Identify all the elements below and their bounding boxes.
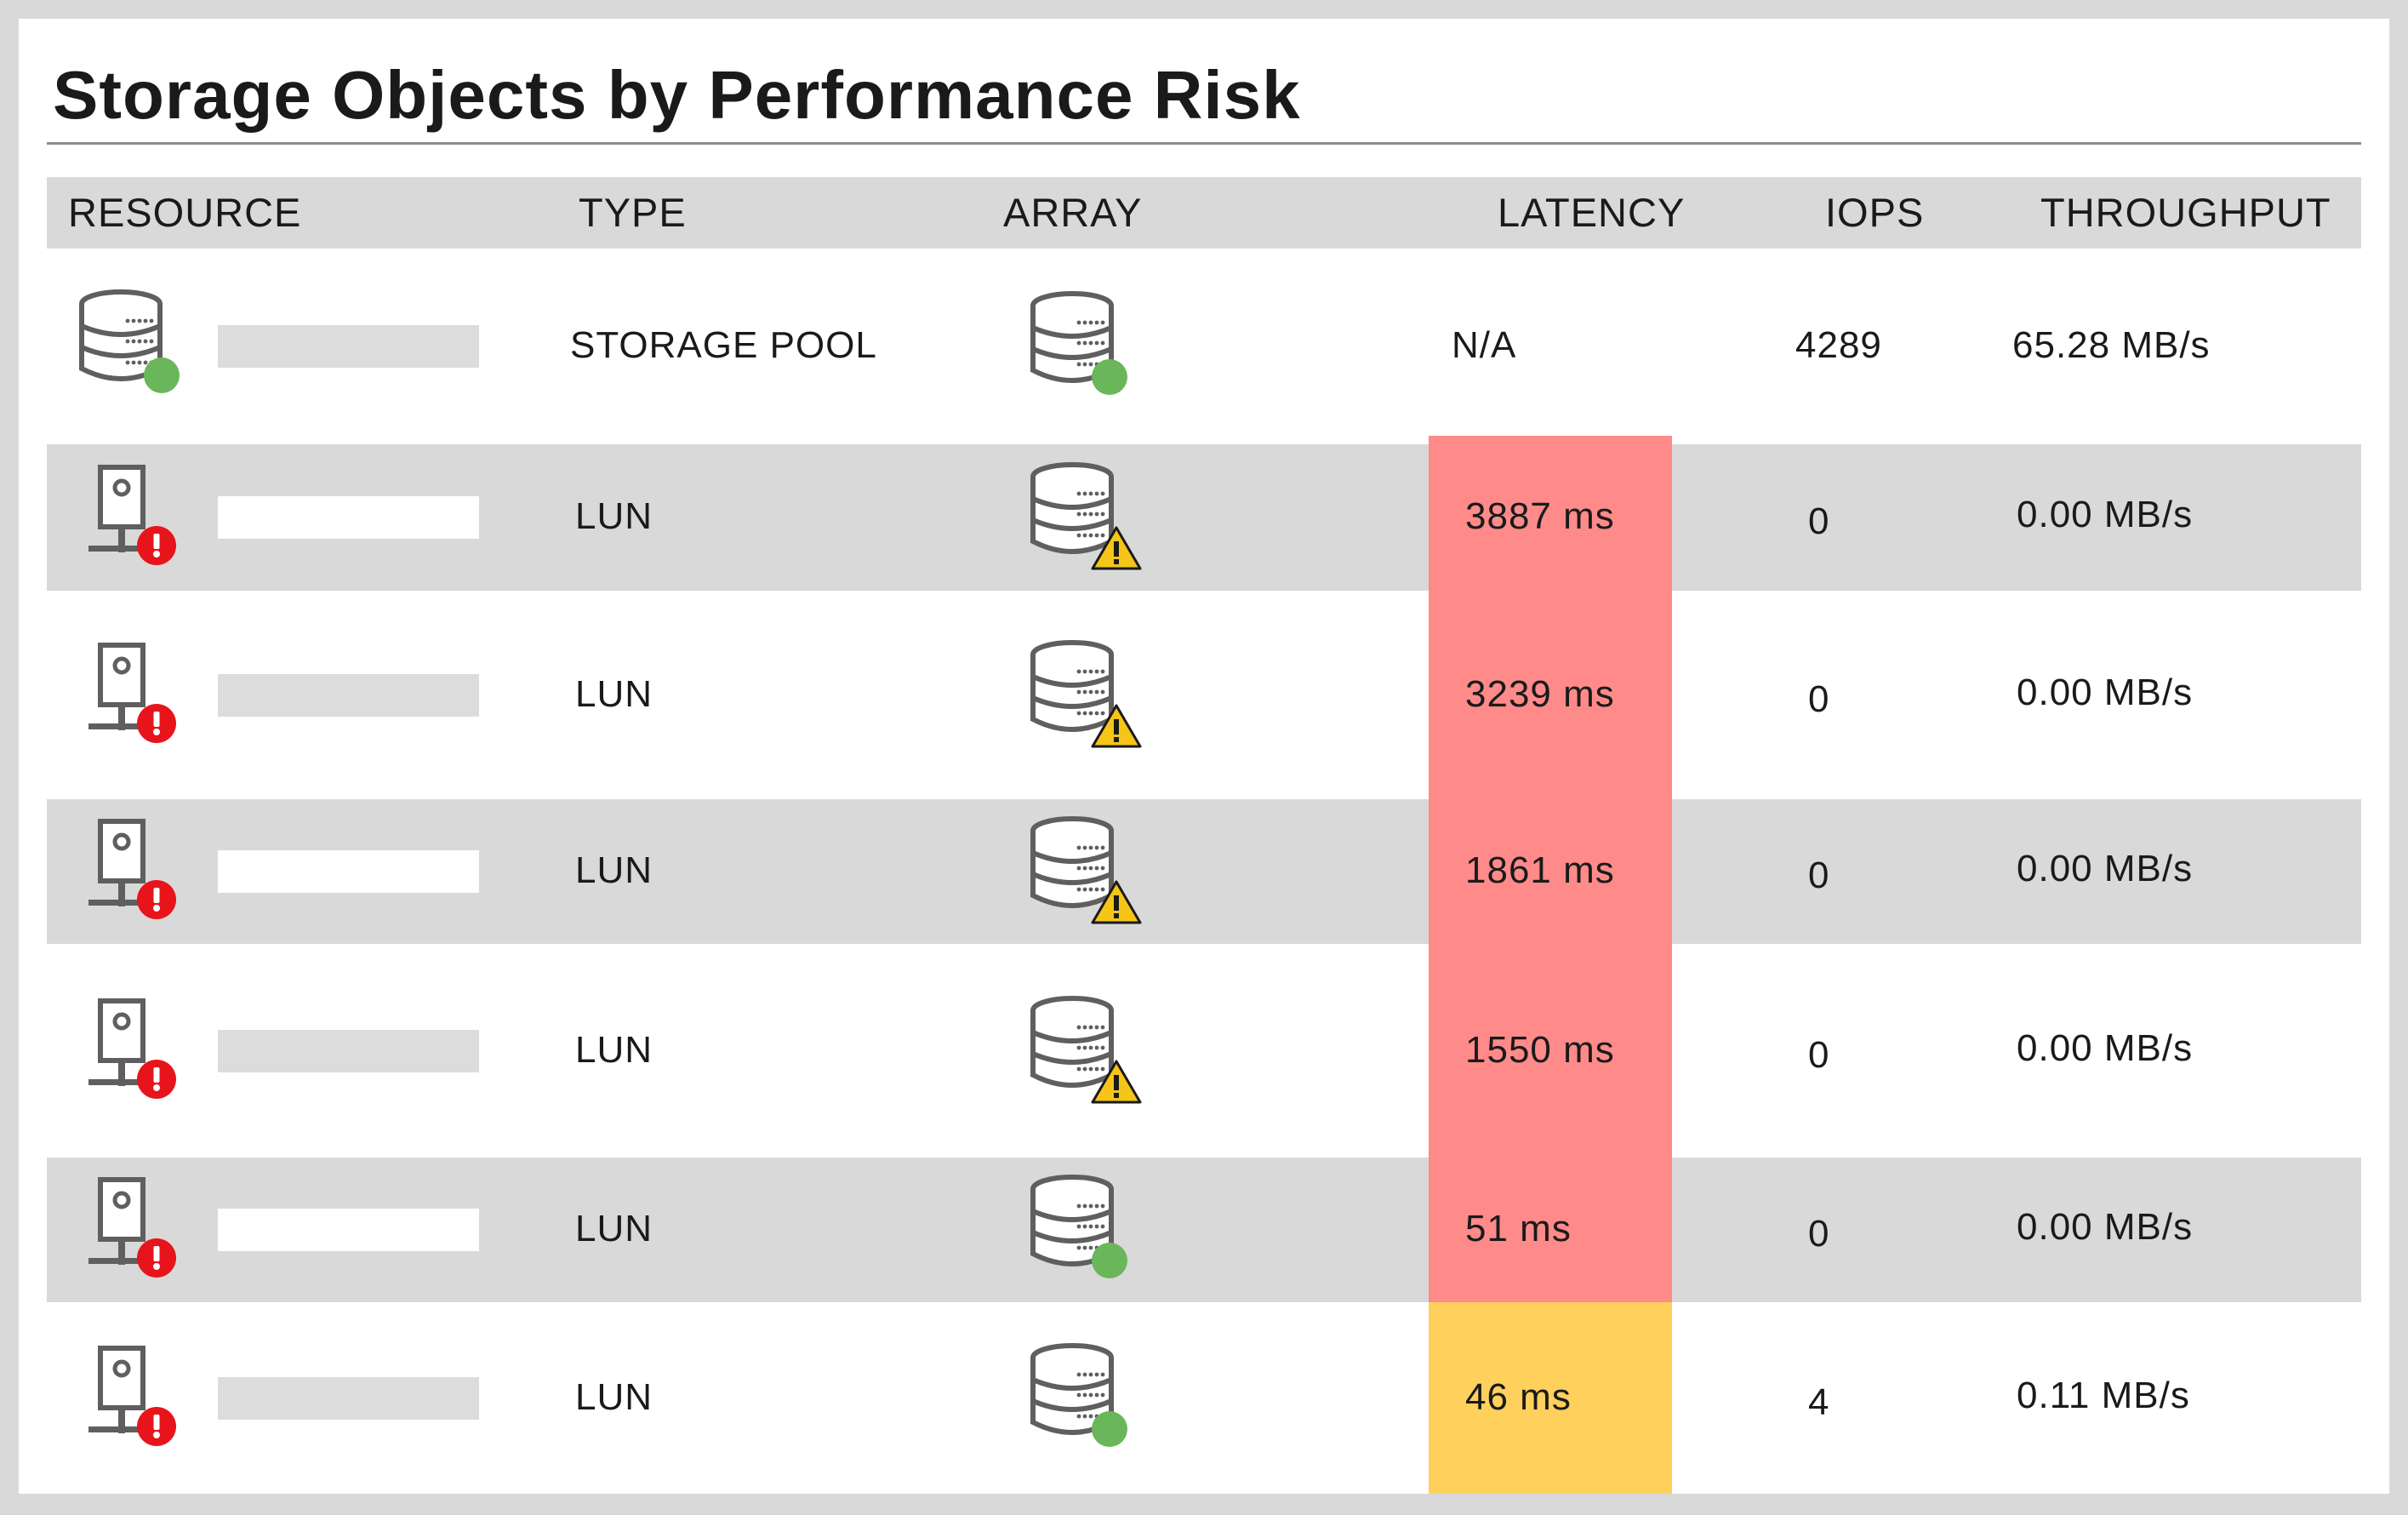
table-row[interactable]: LUN bbox=[47, 799, 2361, 944]
throughput-cell: 0.00 MB/s bbox=[2017, 494, 2194, 535]
lun-icon bbox=[88, 1345, 176, 1446]
throughput-cell: 0.11 MB/s bbox=[2017, 1374, 2190, 1416]
resource-name[interactable] bbox=[218, 325, 479, 368]
table-row[interactable]: LUN bbox=[47, 591, 2361, 799]
type-cell: STORAGE POOL bbox=[570, 324, 877, 366]
iops-cell: 4 bbox=[1808, 1381, 1830, 1423]
resource-name[interactable] bbox=[218, 1029, 479, 1072]
type-cell: LUN bbox=[575, 849, 653, 891]
resource-name[interactable] bbox=[218, 850, 479, 893]
column-header-latency[interactable]: LATENCY bbox=[1498, 177, 1685, 249]
array-storage-warning-icon bbox=[1030, 816, 1142, 924]
storage-risk-panel: Storage Objects by Performance Risk RESO… bbox=[19, 19, 2389, 1494]
latency-cell: 1861 ms bbox=[1465, 849, 1615, 891]
title-divider bbox=[47, 142, 2361, 145]
throughput-cell: 0.00 MB/s bbox=[2017, 1026, 2194, 1069]
lun-icon bbox=[88, 819, 176, 919]
resource-name[interactable] bbox=[218, 673, 479, 717]
column-header-type[interactable]: TYPE bbox=[579, 177, 687, 249]
iops-cell: 4289 bbox=[1795, 324, 1882, 366]
array-storage-ok-icon bbox=[1030, 291, 1127, 395]
type-cell: LUN bbox=[575, 1208, 653, 1249]
column-header-iops[interactable]: IOPS bbox=[1825, 177, 1924, 249]
latency-cell: 46 ms bbox=[1465, 1375, 1572, 1418]
array-storage-warning-icon bbox=[1030, 462, 1142, 570]
resource-name[interactable] bbox=[218, 1376, 479, 1420]
iops-cell: 0 bbox=[1808, 500, 1830, 542]
lun-icon bbox=[88, 642, 176, 743]
page-title: Storage Objects by Performance Risk bbox=[53, 57, 1301, 133]
table-header: RESOURCE TYPE ARRAY LATENCY IOPS THROUGH… bbox=[47, 177, 2361, 249]
throughput-cell: 0.00 MB/s bbox=[2017, 848, 2194, 889]
iops-cell: 0 bbox=[1808, 855, 1830, 896]
throughput-cell: 0.00 MB/s bbox=[2017, 1206, 2194, 1248]
table-row[interactable]: LUN bbox=[47, 1158, 2361, 1302]
latency-cell: N/A bbox=[1452, 324, 1517, 366]
throughput-cell: 0.00 MB/s bbox=[2017, 671, 2194, 713]
array-storage-ok-icon bbox=[1030, 1342, 1127, 1447]
storage-pool-icon bbox=[79, 289, 180, 393]
type-cell: LUN bbox=[575, 495, 653, 537]
array-storage-ok-icon bbox=[1030, 1175, 1127, 1278]
iops-cell: 0 bbox=[1808, 1213, 1830, 1255]
table-row[interactable]: LUN bbox=[47, 1302, 2361, 1494]
table-row[interactable]: LUN bbox=[47, 944, 2361, 1158]
lun-icon bbox=[88, 1177, 176, 1278]
column-header-array[interactable]: ARRAY bbox=[1003, 177, 1142, 249]
lun-icon bbox=[88, 998, 176, 1099]
table-row[interactable]: LUN bbox=[47, 444, 2361, 591]
lun-icon bbox=[88, 465, 176, 565]
resource-name[interactable] bbox=[218, 1209, 479, 1251]
iops-cell: 0 bbox=[1808, 1033, 1830, 1076]
throughput-cell: 65.28 MB/s bbox=[2012, 324, 2211, 366]
latency-cell: 3887 ms bbox=[1465, 495, 1615, 537]
latency-cell: 51 ms bbox=[1465, 1208, 1572, 1249]
column-header-resource[interactable]: RESOURCE bbox=[68, 177, 301, 249]
iops-cell: 0 bbox=[1808, 677, 1830, 720]
type-cell: LUN bbox=[575, 672, 653, 715]
latency-cell: 3239 ms bbox=[1465, 672, 1615, 715]
type-cell: LUN bbox=[575, 1028, 653, 1071]
column-header-throughput[interactable]: THROUGHPUT bbox=[2040, 177, 2331, 249]
array-storage-warning-icon bbox=[1030, 639, 1142, 747]
type-cell: LUN bbox=[575, 1375, 653, 1418]
latency-cell: 1550 ms bbox=[1465, 1028, 1615, 1071]
resource-name[interactable] bbox=[218, 496, 479, 539]
array-storage-warning-icon bbox=[1030, 995, 1142, 1103]
